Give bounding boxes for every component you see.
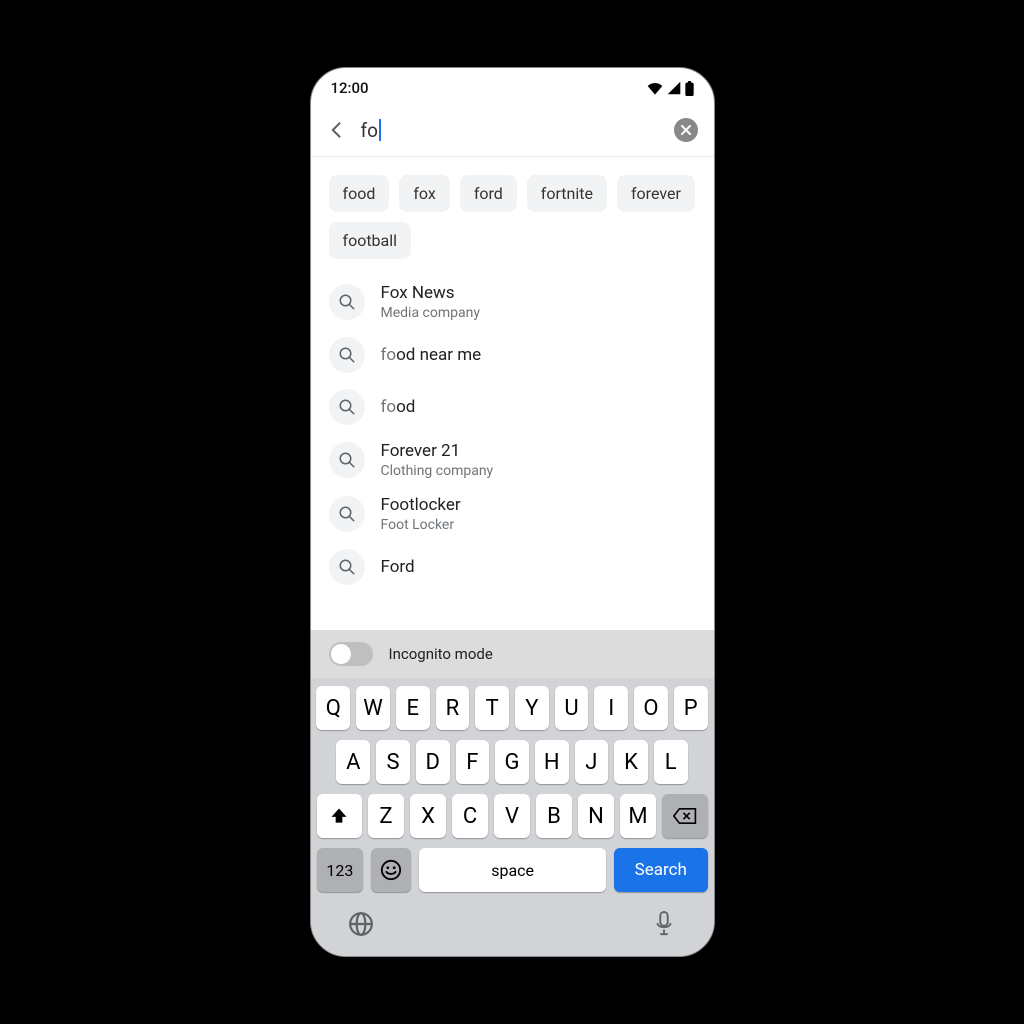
key-e[interactable]: E: [396, 686, 430, 730]
status-time: 12:00: [331, 79, 369, 97]
key-s[interactable]: S: [376, 740, 410, 784]
key-g[interactable]: G: [495, 740, 529, 784]
suggestion-chips: food fox ford fortnite forever football: [311, 157, 714, 269]
toggle-knob: [331, 644, 351, 664]
key-r[interactable]: R: [436, 686, 470, 730]
key-h[interactable]: H: [535, 740, 569, 784]
key-d[interactable]: D: [416, 740, 450, 784]
key-n[interactable]: N: [578, 794, 614, 838]
search-icon: [329, 337, 365, 373]
key-emoji[interactable]: [371, 848, 411, 892]
key-a[interactable]: A: [336, 740, 370, 784]
status-icons: [647, 81, 694, 96]
search-bar: fo: [311, 108, 714, 156]
incognito-toggle[interactable]: [329, 642, 373, 666]
signal-icon: [667, 81, 681, 95]
suggestion-title: Footlocker: [381, 495, 461, 515]
search-icon: [329, 549, 365, 585]
chip[interactable]: food: [329, 175, 390, 212]
battery-icon: [685, 81, 694, 96]
suggestion-subtitle: Media company: [381, 305, 480, 321]
keyboard-bottom-bar: [311, 896, 714, 956]
key-l[interactable]: L: [654, 740, 688, 784]
key-w[interactable]: W: [356, 686, 390, 730]
key-f[interactable]: F: [456, 740, 490, 784]
chip[interactable]: fortnite: [527, 175, 607, 212]
back-button[interactable]: [321, 114, 353, 146]
keyboard: Q W E R T Y U I O P A S D F G H J K L Z: [311, 678, 714, 896]
key-y[interactable]: Y: [515, 686, 549, 730]
suggestion-item[interactable]: food near me: [311, 329, 714, 381]
key-space[interactable]: space: [419, 848, 606, 892]
key-k[interactable]: K: [614, 740, 648, 784]
clear-button[interactable]: [674, 118, 698, 142]
suggestion-item[interactable]: Fox News Media company: [311, 275, 714, 329]
suggestion-item[interactable]: Footlocker Foot Locker: [311, 487, 714, 541]
status-bar: 12:00: [311, 68, 714, 108]
search-icon: [329, 284, 365, 320]
wifi-icon: [647, 81, 663, 95]
mic-button[interactable]: [650, 910, 678, 938]
search-icon: [329, 442, 365, 478]
key-shift[interactable]: [317, 794, 363, 838]
suggestion-title: Ford: [381, 557, 415, 577]
key-j[interactable]: J: [575, 740, 609, 784]
key-p[interactable]: P: [674, 686, 708, 730]
globe-icon: [348, 911, 374, 937]
key-b[interactable]: B: [536, 794, 572, 838]
search-icon: [329, 389, 365, 425]
suggestion-title: Forever 21: [381, 441, 461, 461]
suggestion-title: Fox News: [381, 283, 455, 303]
suggestion-item[interactable]: Forever 21 Clothing company: [311, 433, 714, 487]
key-numbers[interactable]: 123: [317, 848, 364, 892]
key-backspace[interactable]: [662, 794, 708, 838]
suggestion-subtitle: Foot Locker: [381, 517, 461, 533]
key-i[interactable]: I: [594, 686, 628, 730]
chip[interactable]: forever: [617, 175, 695, 212]
close-icon: [680, 124, 692, 136]
backspace-icon: [673, 807, 697, 825]
chevron-left-icon: [327, 120, 347, 140]
suggestion-subtitle: Clothing company: [381, 463, 494, 479]
suggestion-list: Fox News Media company food near me food: [311, 269, 714, 630]
chip[interactable]: ford: [460, 175, 517, 212]
mic-icon: [654, 911, 674, 937]
key-t[interactable]: T: [475, 686, 509, 730]
globe-button[interactable]: [347, 910, 375, 938]
key-u[interactable]: U: [555, 686, 589, 730]
incognito-label: Incognito mode: [389, 645, 493, 663]
search-input[interactable]: fo: [361, 119, 666, 142]
key-v[interactable]: V: [494, 794, 530, 838]
key-q[interactable]: Q: [316, 686, 350, 730]
suggestion-title: od: [396, 397, 415, 417]
search-icon: [329, 496, 365, 532]
key-m[interactable]: M: [620, 794, 656, 838]
phone-frame: 12:00 fo food fox ford fortnite: [310, 67, 715, 957]
chip[interactable]: football: [329, 222, 412, 259]
suggestion-title: od near me: [396, 345, 481, 365]
key-c[interactable]: C: [452, 794, 488, 838]
incognito-bar: Incognito mode: [311, 630, 714, 678]
key-o[interactable]: O: [634, 686, 668, 730]
key-x[interactable]: X: [410, 794, 446, 838]
search-input-text: fo: [361, 119, 378, 142]
suggestion-item[interactable]: Ford: [311, 541, 714, 585]
shift-icon: [329, 806, 349, 826]
key-search[interactable]: Search: [614, 848, 707, 892]
chip[interactable]: fox: [399, 175, 449, 212]
key-z[interactable]: Z: [368, 794, 404, 838]
suggestion-item[interactable]: food: [311, 381, 714, 433]
text-caret: [379, 119, 381, 141]
emoji-icon: [380, 859, 402, 881]
